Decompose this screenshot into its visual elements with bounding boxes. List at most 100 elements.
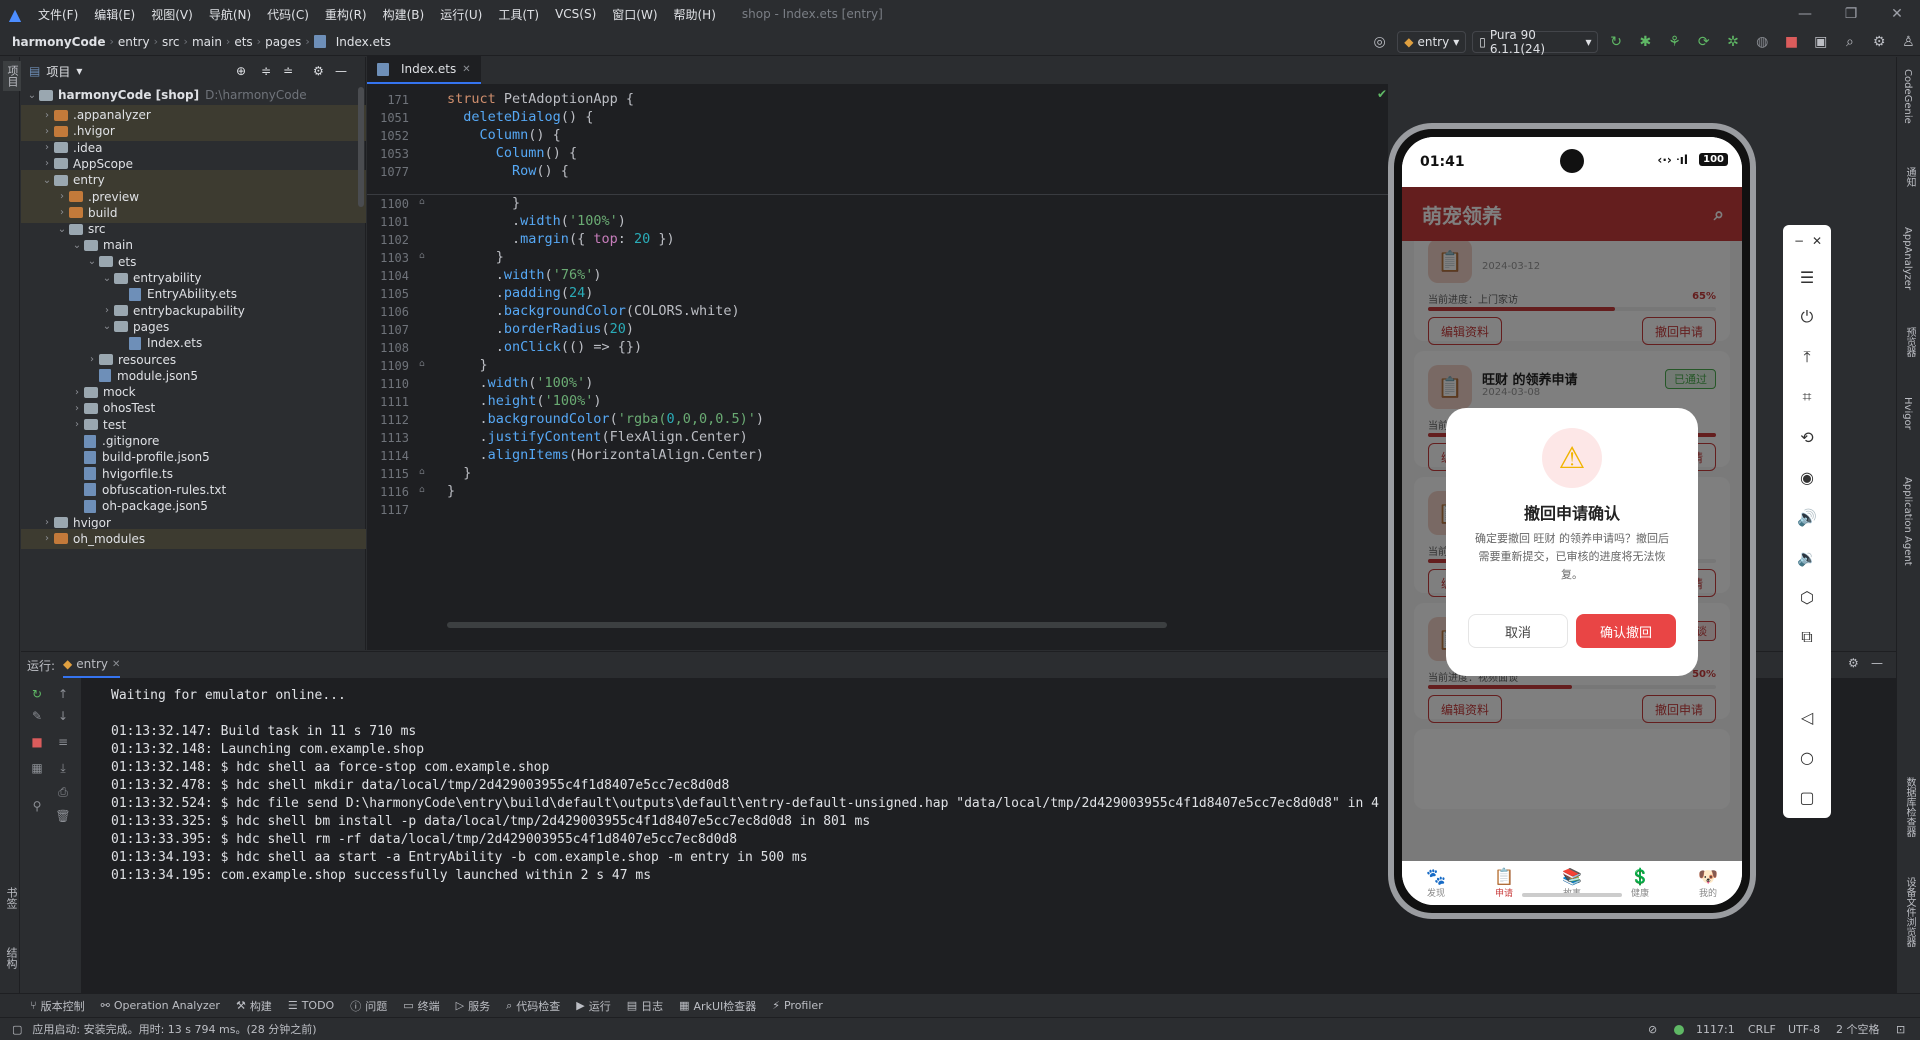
indent-setting[interactable]: 2 个空格 [1836,1021,1880,1037]
bookmarks-tool-tab[interactable]: 书签 [3,887,19,909]
project-tool-tab[interactable]: 项目 [3,61,21,91]
menu-icon[interactable]: ☰ [1795,265,1819,289]
chevron-right-icon[interactable]: › [40,110,54,121]
chevron-right-icon[interactable]: › [55,191,69,202]
hot-reload-icon[interactable]: ⟳ [1692,31,1715,53]
tab-item[interactable]: 🐾 发现 [1426,867,1446,899]
bottom-tool-item[interactable]: ⓘ 问题 [350,998,387,1014]
project-panel-title[interactable]: 项目 [46,63,70,80]
chevron-right-icon[interactable]: › [70,387,84,398]
breadcrumb-item[interactable]: harmonyCode [8,35,109,49]
pin-icon[interactable]: ⚲ [27,796,47,816]
breadcrumb-item[interactable]: main [188,35,226,49]
tree-item-root[interactable]: ⌄ harmonyCode [shop] D:\harmonyCode [21,85,366,105]
bottom-tool-item[interactable]: ⚡ Profiler [772,999,822,1012]
cursor-position[interactable]: 1117:1 [1696,1023,1735,1036]
print-icon[interactable]: ⎙ [53,782,73,802]
rerun-icon[interactable]: ↻ [27,684,47,704]
target-icon[interactable]: ◎ [1368,31,1391,53]
menu-item[interactable]: 重构(R) [317,6,375,23]
layout-icon[interactable]: ▦ [27,758,47,778]
run-tab-entry[interactable]: ◆ entry ✕ [63,652,121,678]
bottom-tool-item[interactable]: ▭ 终端 [403,998,439,1014]
chevron-down-icon[interactable]: ▾ [76,64,82,78]
chevron-right-icon[interactable]: › [40,517,54,528]
bottom-tool-item[interactable]: ⚯ Operation Analyzer [101,999,220,1012]
gear-icon[interactable]: ⚙ [1848,656,1859,670]
menu-item[interactable]: 视图(V) [143,6,201,23]
bottom-tool-item[interactable]: ⚒ 构建 [236,998,272,1014]
status-dot-icon[interactable] [1674,1025,1684,1035]
menu-item[interactable]: 帮助(H) [666,6,724,23]
right-tool-tab[interactable]: Application Agent [1902,477,1913,566]
hide-icon[interactable]: — [335,64,347,78]
search-icon[interactable]: ⌕ [1838,31,1861,53]
crop-icon[interactable]: ⌗ [1795,385,1819,409]
breadcrumb-item[interactable]: ets [230,35,256,49]
chevron-down-icon[interactable]: ⌄ [25,90,39,101]
volume-up-icon[interactable]: 🔊 [1795,505,1819,529]
menu-item[interactable]: 窗口(W) [604,6,665,23]
breadcrumb-item[interactable]: src [158,35,184,49]
close-icon[interactable]: ✕ [1874,0,1920,28]
scrollbar[interactable] [358,87,364,207]
device-select[interactable]: ▯ Pura 90 6.1.1(24) ▾ [1472,28,1599,56]
right-tool-tab[interactable]: 通知 [1902,167,1917,187]
chevron-down-icon[interactable]: ⌄ [100,273,114,284]
breadcrumb-item[interactable]: pages [261,35,305,49]
collapse-all-icon[interactable]: ≐ [283,64,293,78]
chevron-right-icon[interactable]: › [70,419,84,430]
chevron-right-icon[interactable]: › [40,533,54,544]
hide-icon[interactable]: — [1871,656,1883,670]
attach-icon[interactable]: ⚘ [1663,31,1686,53]
close-icon[interactable]: ✕ [1805,229,1829,253]
account-icon[interactable]: ♙ [1897,31,1920,53]
location-icon[interactable]: ◉ [1795,465,1819,489]
bottom-tool-item[interactable]: ▦ ArkUI检查器 [679,998,756,1014]
close-icon[interactable]: ✕ [462,64,470,75]
chevron-down-icon[interactable]: ⌄ [55,224,69,235]
chevron-down-icon[interactable]: ⌄ [100,321,114,332]
status-message[interactable]: 应用启动: 安装完成。用时: 13 s 794 ms。(28 分钟之前) [32,1021,316,1037]
right-tool-tab[interactable]: 预览器 [1902,327,1917,357]
cancel-button[interactable]: 取消 [1468,614,1568,648]
rerun-icon[interactable]: ↻ [1604,31,1627,53]
chevron-right-icon[interactable]: › [55,207,69,218]
debug-icon[interactable]: ✱ [1634,31,1657,53]
menu-item[interactable]: VCS(S) [547,7,604,21]
fold-icon[interactable]: ⌂ [419,485,425,495]
device-manager-icon[interactable]: ▣ [1809,31,1832,53]
close-icon[interactable]: ✕ [112,659,120,670]
bottom-tool-item[interactable]: ⑂ 版本控制 [30,998,85,1014]
scroll-end-icon[interactable]: ⤓ [53,758,73,778]
fold-icon[interactable]: ⌂ [419,251,425,261]
stop-icon[interactable]: ■ [1780,31,1803,53]
menu-item[interactable]: 文件(F) [30,6,86,23]
structure-tool-tab[interactable]: 结构 [3,947,19,969]
chevron-right-icon[interactable]: › [70,403,84,414]
fold-icon[interactable]: ⌂ [419,467,425,477]
wrench-icon[interactable]: ✎ [27,706,47,726]
no-internet-icon[interactable]: ⊘ [1648,1023,1657,1036]
right-tool-tab[interactable]: CodeGenie [1902,69,1913,124]
breadcrumb-item[interactable]: Index.ets [332,35,395,49]
tab-index-ets[interactable]: Index.ets ✕ [367,56,481,84]
arrow-up-icon[interactable]: ↑ [53,684,73,704]
code-area[interactable]: 1100 } ⌂ 1101 .width('100%') 1102 .margin({… [367,195,1388,635]
rotate-icon[interactable]: ⟲ [1795,425,1819,449]
power-icon[interactable]: ⏻ [1795,305,1819,329]
back-icon[interactable]: ◁ [1795,705,1819,729]
stop-icon[interactable]: ■ [27,732,47,752]
locate-icon[interactable]: ⊕ [236,64,246,78]
run-config-select[interactable]: ◆ entry ▾ [1397,31,1467,53]
bottom-tool-item[interactable]: ⌕ 代码检查 [506,998,560,1014]
horizontal-scrollbar[interactable] [447,622,1167,628]
bottom-tool-item[interactable]: ▤ 日志 [627,998,663,1014]
tree-item[interactable]: › oh_modules [21,528,366,549]
line-separator[interactable]: CRLF [1748,1023,1776,1036]
fold-icon[interactable]: ⬡ [1795,585,1819,609]
right-tool-tab[interactable]: Hvigor [1902,397,1913,430]
minimize-icon[interactable]: — [1782,0,1828,28]
right-tool-tab[interactable]: 数据库检查器 [1902,777,1917,837]
upload-icon[interactable]: ⤒ [1795,345,1819,369]
